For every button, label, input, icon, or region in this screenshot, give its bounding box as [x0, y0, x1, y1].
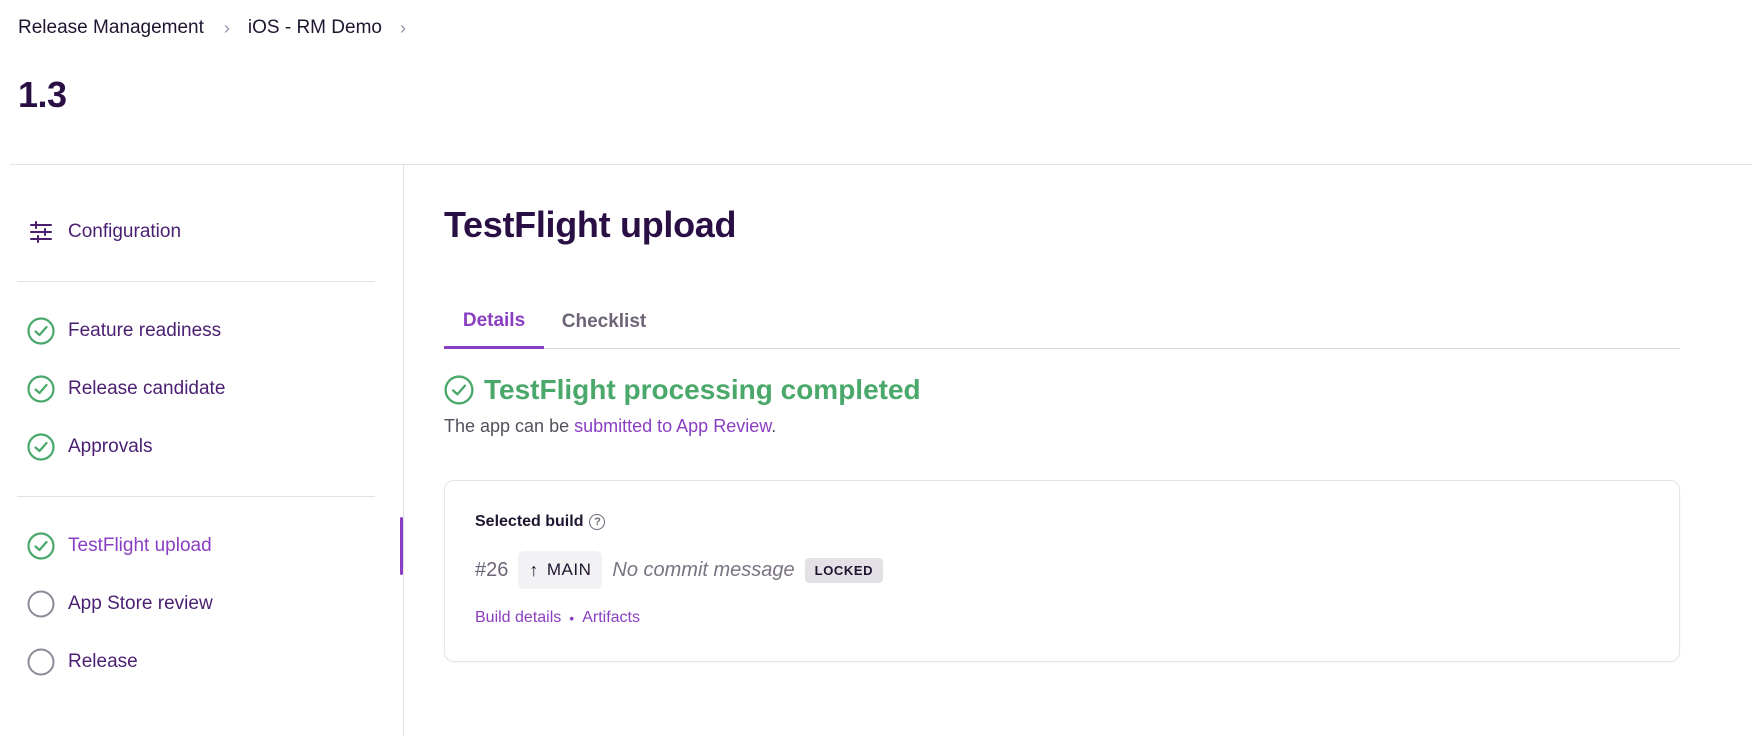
- arrow-up-icon: ↑: [529, 559, 539, 580]
- description-prefix: The app can be: [444, 416, 575, 436]
- commit-message: No commit message: [612, 558, 795, 581]
- sidebar-item-label: Configuration: [68, 221, 182, 242]
- selected-build-card: Selected build ? #26 ↑ MAIN No commit me…: [444, 480, 1680, 662]
- breadcrumb-item-app[interactable]: iOS - RM Demo: [248, 17, 382, 39]
- check-circle-icon: [444, 375, 474, 405]
- help-icon[interactable]: ?: [589, 514, 606, 530]
- branch-name: MAIN: [546, 560, 592, 579]
- sidebar-item-label: Approvals: [68, 436, 153, 457]
- selected-build-label: Selected build: [475, 513, 584, 530]
- build-links: Build details • Artifacts: [475, 609, 640, 627]
- build-row: #26 ↑ MAIN No commit message LOCKED: [475, 551, 884, 589]
- sidebar-separator: [17, 496, 375, 497]
- chevron-right-icon: ›: [223, 17, 230, 38]
- status-description: The app can be submitted to App Review.: [444, 416, 776, 437]
- sliders-icon: [26, 217, 56, 247]
- sidebar-item-feature-readiness[interactable]: Feature readiness: [26, 315, 221, 347]
- page-title: TestFlight upload: [444, 204, 737, 245]
- build-details-link[interactable]: Build details: [475, 609, 561, 627]
- build-number: #26: [475, 558, 509, 581]
- breadcrumb-item-release-management[interactable]: Release Management: [18, 17, 204, 39]
- status-banner: TestFlight processing completed: [444, 374, 921, 406]
- sidebar-item-release[interactable]: Release: [26, 646, 138, 678]
- description-suffix: .: [771, 416, 777, 436]
- sidebar-item-approvals[interactable]: Approvals: [26, 431, 153, 463]
- page-version-title: 1.3: [18, 74, 67, 115]
- empty-circle-icon: [26, 647, 56, 677]
- check-circle-icon: [26, 374, 56, 404]
- selected-build-header: Selected build ?: [475, 513, 606, 531]
- branch-chip: ↑ MAIN: [518, 551, 603, 589]
- tab-checklist[interactable]: Checklist: [556, 296, 652, 347]
- sidebar-separator: [17, 281, 375, 282]
- sidebar-item-configuration[interactable]: Configuration: [26, 216, 181, 248]
- sidebar-divider: [403, 165, 404, 736]
- check-circle-icon: [26, 432, 56, 462]
- sidebar-item-label: Release: [68, 651, 138, 672]
- sidebar-item-label: Release candidate: [68, 378, 226, 399]
- link-separator: •: [569, 610, 575, 626]
- header-divider: [10, 164, 1752, 165]
- tab-details[interactable]: Details: [444, 296, 544, 349]
- sidebar-item-label: App Store review: [68, 593, 213, 614]
- check-circle-icon: [26, 531, 56, 561]
- sidebar-item-release-candidate[interactable]: Release candidate: [26, 373, 225, 405]
- empty-circle-icon: [26, 589, 56, 619]
- chevron-right-icon: ›: [399, 17, 406, 38]
- sidebar-item-testflight-upload[interactable]: TestFlight upload: [26, 530, 212, 562]
- check-circle-icon: [26, 316, 56, 346]
- tab-bar: Details Checklist: [444, 296, 1680, 349]
- app-review-link[interactable]: submitted to App Review: [574, 416, 771, 436]
- sidebar-item-label: TestFlight upload: [68, 535, 212, 556]
- locked-badge: LOCKED: [804, 557, 884, 583]
- status-text: TestFlight processing completed: [484, 374, 921, 405]
- artifacts-link[interactable]: Artifacts: [582, 609, 640, 627]
- sidebar-item-app-store-review[interactable]: App Store review: [26, 588, 213, 620]
- sidebar-active-indicator: [400, 517, 403, 575]
- sidebar-item-label: Feature readiness: [68, 320, 222, 341]
- breadcrumb: Release Management › iOS - RM Demo ›: [18, 16, 424, 40]
